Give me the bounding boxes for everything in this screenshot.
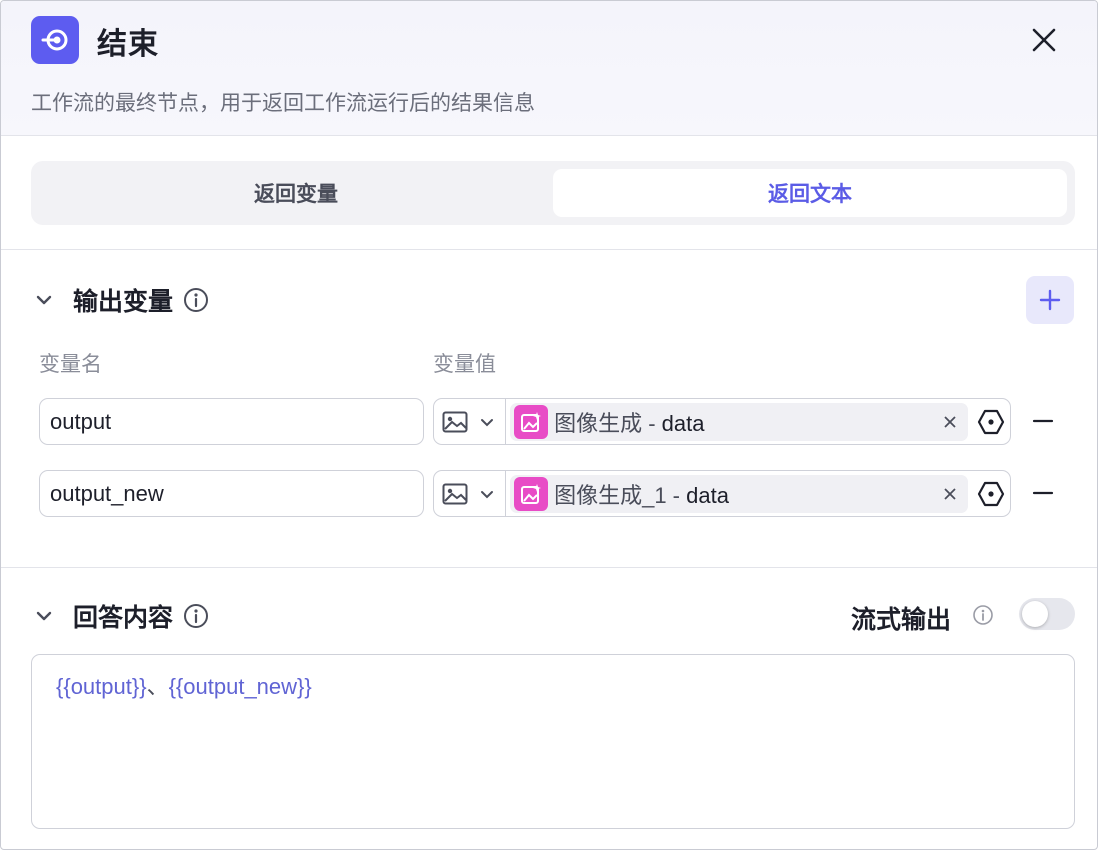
remove-row-button[interactable] [1029,479,1057,507]
output-variables-section: 输出变量 变量名 变量值 output 图像生成 - data output_n… [1,250,1097,568]
info-icon[interactable] [183,287,209,313]
type-selector[interactable] [434,471,507,516]
toggle-knob [1022,601,1048,627]
close-icon [1032,28,1056,52]
answer-variable-token: {{output}} [56,674,147,699]
answer-content-editor[interactable]: {{output}}、{{output_new}} [31,654,1075,829]
variable-settings-button[interactable] [972,480,1010,508]
minus-icon [1032,491,1054,495]
streaming-output-label: 流式输出 [851,605,952,634]
remove-row-button[interactable] [1029,407,1057,435]
variable-reference-tag[interactable]: 图像生成 - data [510,402,969,441]
variable-settings-button[interactable] [972,408,1010,436]
answer-variable-token: {{output_new}} [168,674,312,699]
panel-header: 结束 工作流的最终节点，用于返回工作流运行后的结果信息 [1,1,1097,136]
add-variable-button[interactable] [1026,276,1074,324]
panel-title: 结束 [97,27,159,62]
reference-node-name: 图像生成 [554,410,643,436]
streaming-output-toggle[interactable] [1019,598,1075,630]
variable-name-input[interactable]: output [39,398,424,445]
hexagon-settings-icon [977,409,1005,434]
collapse-chevron-icon[interactable] [31,287,57,313]
reference-label: 图像生成 - data [554,406,940,438]
reference-field-name: data [661,410,705,436]
variable-value-field: 图像生成_1 - data [433,470,1011,517]
answer-separator: 、 [146,674,169,699]
answer-content-section: 回答内容 流式输出 {{output}}、{{output_new}} [1,568,1097,848]
answer-section-heading: 回答内容 [31,598,209,634]
chevron-down-icon [481,490,494,498]
info-icon[interactable] [972,604,994,630]
type-selector[interactable] [434,399,507,444]
answer-section-title: 回答内容 [73,603,174,632]
variable-name-input[interactable]: output_new [39,470,424,517]
mode-tabs: 返回变量 返回文本 [31,161,1075,225]
tab-return-text[interactable]: 返回文本 [553,169,1067,217]
chevron-down-icon [481,418,494,426]
reference-separator: - [642,410,662,436]
reference-node-name: 图像生成_1 [554,482,667,508]
column-label-value: 变量值 [433,352,496,376]
clear-reference-button[interactable] [940,412,960,432]
end-node-panel: 结束 工作流的最终节点，用于返回工作流运行后的结果信息 返回变量 返回文本 输出… [0,0,1098,850]
image-generation-icon [514,476,549,511]
plus-icon [1039,289,1061,311]
end-node-icon [31,16,79,64]
image-icon [442,411,468,432]
tab-return-variables[interactable]: 返回变量 [39,169,553,217]
reference-field-name: data [686,482,729,508]
column-label-name: 变量名 [39,352,102,376]
close-icon [944,415,956,428]
collapse-chevron-icon[interactable] [31,603,57,629]
reference-separator: - [666,482,687,508]
image-generation-icon [514,404,549,439]
output-section-title: 输出变量 [73,287,174,316]
reference-label: 图像生成_1 - data [554,478,940,510]
info-icon[interactable] [183,603,209,629]
close-icon [944,487,956,500]
image-icon [442,483,468,504]
variable-value-field: 图像生成 - data [433,398,1011,445]
close-button[interactable] [1027,23,1061,57]
hexagon-settings-icon [977,481,1005,506]
clear-reference-button[interactable] [940,484,960,504]
output-section-heading: 输出变量 [31,282,209,318]
minus-icon [1032,419,1054,423]
panel-description: 工作流的最终节点，用于返回工作流运行后的结果信息 [31,91,535,115]
mode-tabs-container: 返回变量 返回文本 [1,136,1097,250]
variable-reference-tag[interactable]: 图像生成_1 - data [510,474,969,513]
